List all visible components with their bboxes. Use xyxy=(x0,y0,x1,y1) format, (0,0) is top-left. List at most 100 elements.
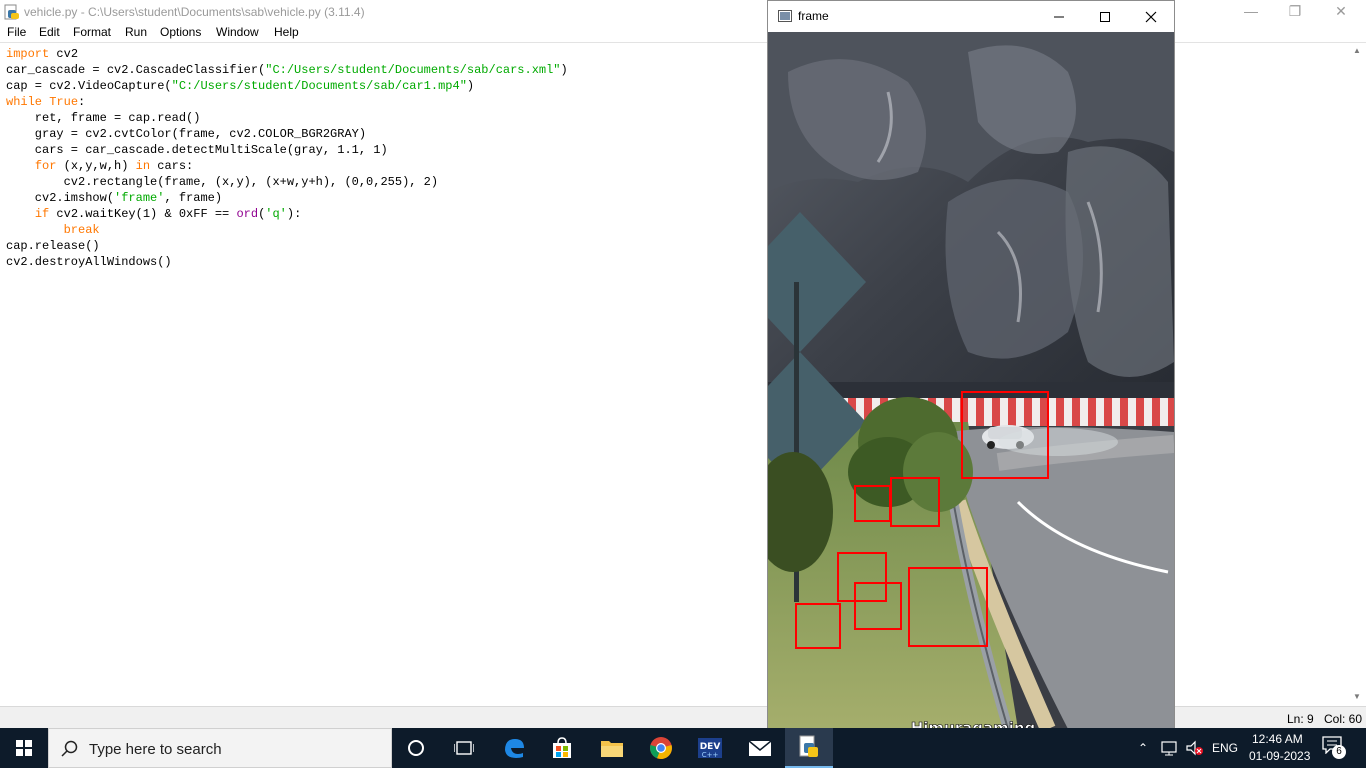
action-center-button[interactable]: 6 xyxy=(1322,736,1348,760)
restore-button[interactable]: ❐ xyxy=(1272,0,1318,24)
show-hidden-icons-chevron-icon[interactable]: ⌃ xyxy=(1138,741,1148,755)
code-token: "C:/Users/student/Documents/sab/car1.mp4… xyxy=(171,79,467,93)
code-token: cars = car_cascade.detectMultiScale(gray… xyxy=(6,143,388,157)
code-token: car_cascade = cv2.CascadeClassifier( xyxy=(6,63,266,77)
scroll-up-icon[interactable]: ▲ xyxy=(1353,46,1361,55)
menu-format[interactable]: Format xyxy=(73,25,111,39)
code-token: (x,y,w,h) xyxy=(56,159,136,173)
code-token: cap.release() xyxy=(6,239,100,253)
network-icon[interactable] xyxy=(1161,740,1179,756)
taskbar: Type here to search DEV C++ ⌃ ENG 12:46 … xyxy=(0,728,1366,768)
code-token: ) xyxy=(560,63,568,77)
edge-button[interactable] xyxy=(490,728,538,768)
mail-icon xyxy=(748,740,772,756)
code-line: import cv2 xyxy=(6,46,78,62)
close-button[interactable]: ✕ xyxy=(1318,0,1364,24)
menu-options[interactable]: Options xyxy=(160,25,201,39)
dev-cpp-button[interactable]: DEV C++ xyxy=(686,728,734,768)
code-token: import xyxy=(6,47,50,61)
minimize-button[interactable]: — xyxy=(1228,0,1274,24)
python-idle-button[interactable] xyxy=(785,728,833,768)
code-token: cv2.rectangle(frame, (x,y), (x+w,y+h), (… xyxy=(6,175,439,189)
clock-date[interactable]: 01-09-2023 xyxy=(1249,749,1310,763)
dev-cpp-icon: DEV C++ xyxy=(698,738,722,759)
code-token: cv2.destroyAllWindows() xyxy=(6,255,172,269)
frame-minimize-button[interactable] xyxy=(1036,1,1082,32)
code-line: cv2.rectangle(frame, (x,y), (x+w,y+h), (… xyxy=(6,174,438,190)
frame-maximize-button[interactable] xyxy=(1082,1,1128,32)
code-token: , frame) xyxy=(164,191,223,205)
frame-window-title: frame xyxy=(798,9,829,23)
column-indicator: Col: 60 xyxy=(1324,712,1363,726)
vertical-scrollbar[interactable]: ▲ ▼ xyxy=(1350,44,1366,706)
frame-close-button[interactable] xyxy=(1128,1,1174,32)
taskbar-search-box[interactable]: Type here to search xyxy=(48,728,392,768)
code-token: gray = cv2.cvtColor(frame, cv2.COLOR_BGR… xyxy=(6,127,367,141)
code-token: cv2.waitKey(1) & 0xFF == xyxy=(49,207,237,221)
code-token: ord xyxy=(236,207,259,221)
code-token: in xyxy=(135,159,151,173)
store-icon xyxy=(553,737,571,758)
volume-muted-icon[interactable] xyxy=(1186,740,1204,756)
language-indicator[interactable]: ENG xyxy=(1212,741,1238,755)
code-token: True xyxy=(49,95,79,109)
task-view-button[interactable] xyxy=(440,728,488,768)
code-line: cv2.destroyAllWindows() xyxy=(6,254,172,270)
code-line: cap.release() xyxy=(6,238,100,254)
store-button[interactable] xyxy=(538,728,586,768)
code-line: if cv2.waitKey(1) & 0xFF == ord('q'): xyxy=(6,206,301,222)
minimize-icon xyxy=(1054,16,1064,17)
file-explorer-button[interactable] xyxy=(588,728,636,768)
code-token: "C:/Users/student/Documents/sab/cars.xml… xyxy=(265,63,561,77)
code-token: cv2.imshow( xyxy=(6,191,115,205)
code-token: ): xyxy=(286,207,302,221)
python-file-icon xyxy=(4,4,19,20)
chrome-button[interactable] xyxy=(637,728,685,768)
line-indicator: Ln: 9 xyxy=(1287,712,1314,726)
svg-text:C++: C++ xyxy=(702,751,719,759)
start-button[interactable] xyxy=(0,728,48,768)
edge-icon xyxy=(505,739,524,758)
cortana-circle-icon xyxy=(408,740,424,756)
frame-title-bar[interactable]: frame xyxy=(768,1,1174,32)
code-token: 'frame' xyxy=(114,191,165,205)
close-icon xyxy=(1145,11,1157,22)
task-view-icon xyxy=(454,741,474,755)
code-line: cars = car_cascade.detectMultiScale(gray… xyxy=(6,142,388,158)
mail-button[interactable] xyxy=(736,728,784,768)
code-token: if xyxy=(34,207,50,221)
code-token: for xyxy=(34,159,57,173)
chrome-icon xyxy=(650,737,672,760)
video-frame: Himuragaming xyxy=(768,32,1174,729)
code-line: for (x,y,w,h) in cars: xyxy=(6,158,193,174)
code-token: 'q' xyxy=(265,207,287,221)
menu-edit[interactable]: Edit xyxy=(39,25,60,39)
windows-logo-icon xyxy=(16,740,32,756)
window-title: vehicle.py - C:\Users\student\Documents\… xyxy=(24,5,365,19)
code-token: cars: xyxy=(150,159,194,173)
menu-window[interactable]: Window xyxy=(216,25,259,39)
scroll-down-icon[interactable]: ▼ xyxy=(1353,692,1361,701)
code-token: ) xyxy=(466,79,475,93)
code-line: gray = cv2.cvtColor(frame, cv2.COLOR_BGR… xyxy=(6,126,366,142)
menu-help[interactable]: Help xyxy=(274,25,299,39)
menu-run[interactable]: Run xyxy=(125,25,147,39)
code-token: while xyxy=(6,95,43,109)
code-line: cv2.imshow('frame', frame) xyxy=(6,190,222,206)
search-icon xyxy=(61,740,78,757)
racing-game-scene: Himuragaming xyxy=(768,32,1174,729)
code-token: cap = cv2.VideoCapture( xyxy=(6,79,172,93)
frame-window[interactable]: frame Himuragaming xyxy=(767,0,1175,729)
search-placeholder: Type here to search xyxy=(89,741,222,758)
code-line: while True: xyxy=(6,94,85,110)
code-line: break xyxy=(6,222,100,238)
code-token: : xyxy=(78,95,86,109)
clock-time[interactable]: 12:46 AM xyxy=(1252,732,1303,746)
code-line: car_cascade = cv2.CascadeClassifier("C:/… xyxy=(6,62,568,78)
cortana-button[interactable] xyxy=(392,728,440,768)
menu-file[interactable]: File xyxy=(7,25,26,39)
code-line: cap = cv2.VideoCapture("C:/Users/student… xyxy=(6,78,474,94)
